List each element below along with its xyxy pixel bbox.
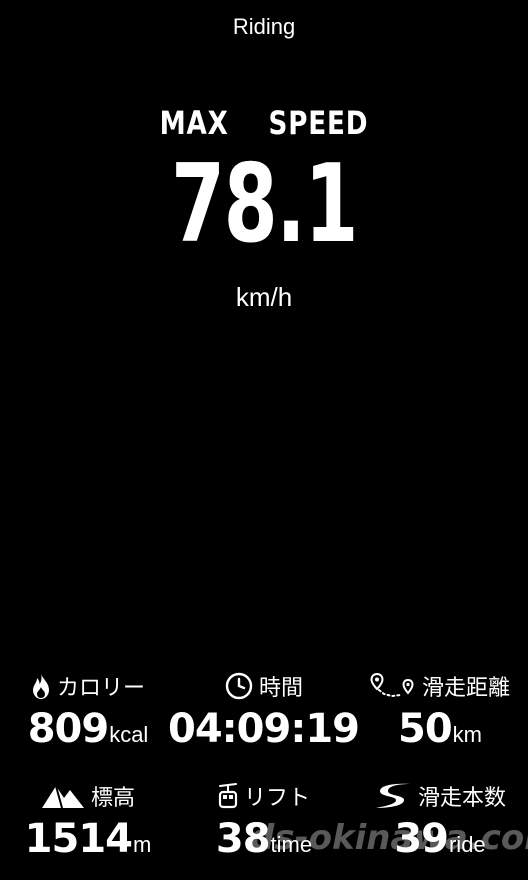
stat-calories-label: カロリー: [56, 676, 145, 701]
max-speed-value: 78.1: [170, 142, 359, 267]
stat-rides-value: 39: [394, 816, 449, 862]
stat-time: 時間 04:09:19: [168, 668, 360, 752]
stat-altitude-unit: m: [133, 832, 152, 857]
stat-rides-unit: ride: [448, 832, 486, 857]
stat-time-label: 時間: [258, 676, 303, 701]
gondola-icon: [218, 783, 238, 809]
mountain-icon: [41, 783, 85, 809]
stat-lift: リフト 38 time: [176, 778, 352, 862]
stat-time-value: 04:09:19: [168, 706, 360, 752]
stat-distance-label: 滑走距離: [421, 676, 510, 701]
max-speed-panel: MAX SPEED 78.1 km/h: [0, 104, 528, 313]
stat-rides-label: 滑走本数: [417, 786, 506, 811]
stat-rides: 滑走本数 39 ride: [352, 778, 528, 862]
stat-distance: 滑走距離 50 km: [352, 668, 528, 752]
stat-calories-value: 809: [27, 706, 109, 752]
clock-icon: [225, 672, 253, 700]
stat-calories: カロリー 809 kcal: [0, 668, 176, 752]
app-title: Riding: [232, 14, 296, 39]
stat-altitude: 標高 1514 m: [0, 778, 176, 862]
stat-altitude-label: 標高: [90, 786, 135, 811]
stat-lift-label: リフト: [243, 786, 310, 811]
stat-altitude-value: 1514: [24, 816, 133, 862]
stat-calories-unit: kcal: [109, 722, 149, 747]
flame-icon: [31, 672, 51, 700]
route-icon: [370, 672, 416, 700]
stat-distance-value: 50: [398, 706, 453, 752]
stat-lift-value: 38: [215, 816, 271, 862]
slope-icon: [374, 782, 412, 810]
stat-lift-unit: time: [270, 832, 313, 857]
stats-grid: カロリー 809 kcal 時間 04:09:19 滑走距離 50 km 標高 …: [0, 664, 528, 880]
max-speed-unit: km/h: [235, 282, 293, 312]
stat-distance-unit: km: [452, 722, 482, 747]
max-speed-label: MAX SPEED: [159, 104, 369, 142]
